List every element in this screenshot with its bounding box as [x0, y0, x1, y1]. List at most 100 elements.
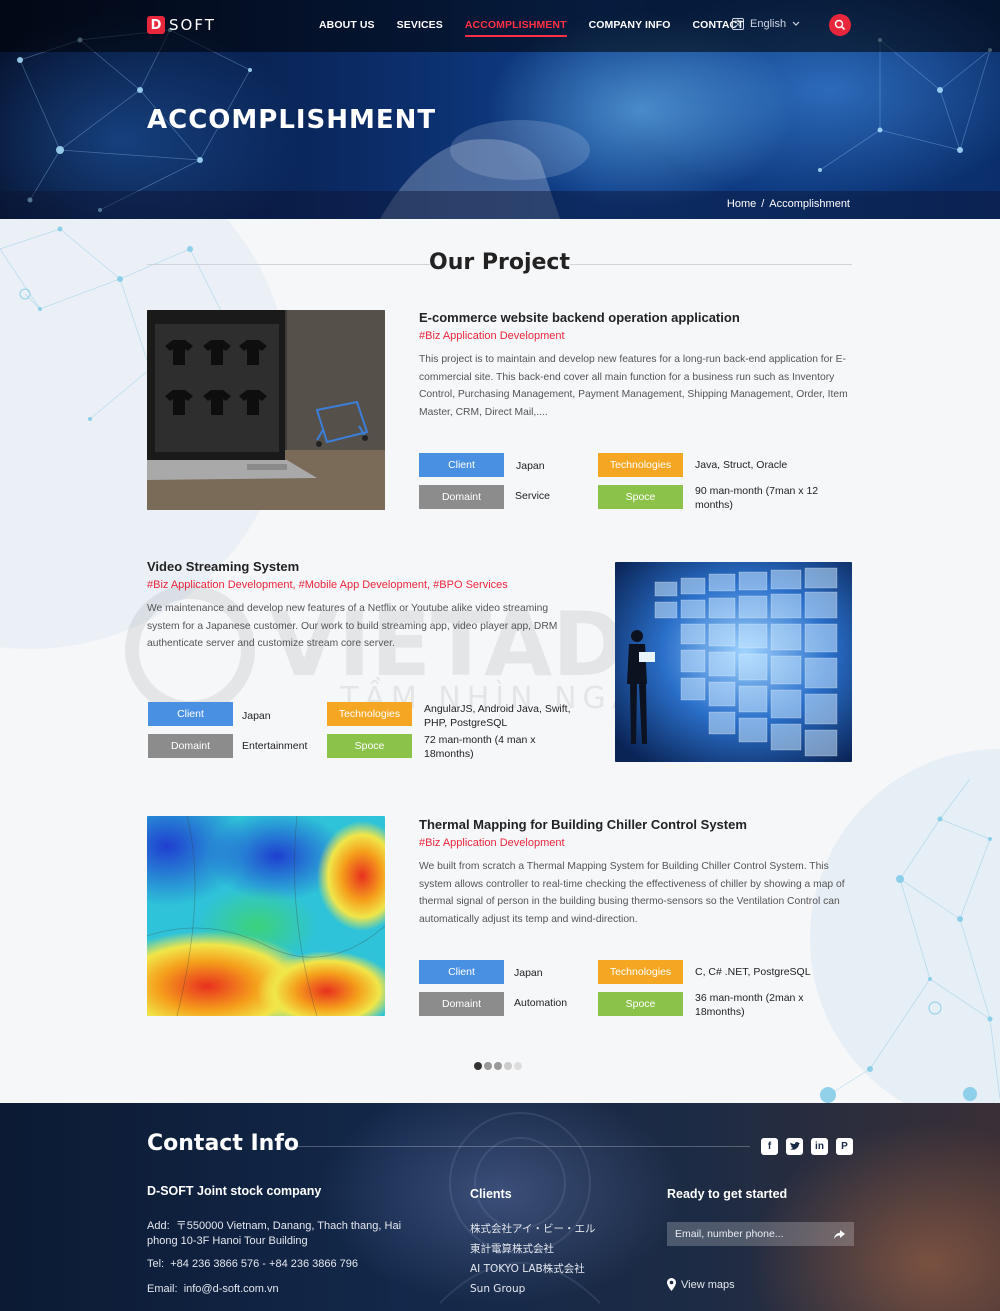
company-address: Add: 〒550000 Vietnam, Danang, Thach than…: [147, 1219, 407, 1249]
tel-label: Tel:: [147, 1258, 165, 1270]
twitter-icon[interactable]: [786, 1138, 803, 1155]
clients-list: 株式会社アイ・ビー・エル 東計電算株式会社 AI TOKYO LAB株式会社 S…: [470, 1219, 595, 1299]
language-label: English: [750, 18, 787, 30]
project-image-ecommerce[interactable]: [147, 310, 385, 510]
logo-badge: D: [147, 16, 165, 34]
technologies-value: AngularJS, Android Java, Swift, PHP, Pos…: [424, 703, 571, 729]
facebook-icon[interactable]: f: [761, 1138, 778, 1155]
contact-info-title: Contact Info: [147, 1131, 300, 1156]
client-item: 東計電算株式会社: [470, 1243, 554, 1255]
project-video-streaming: Video Streaming System #Biz Application …: [147, 559, 583, 653]
email-label: Email:: [147, 1283, 178, 1295]
project-title[interactable]: Thermal Mapping for Building Chiller Con…: [419, 817, 855, 832]
pagination-dot[interactable]: [494, 1062, 502, 1070]
domain-value: Entertainment: [242, 740, 308, 752]
technologies-badge: Technologies: [327, 702, 412, 726]
logo-text: SOFT: [169, 16, 216, 34]
project-tags: #Biz Application Development, #Mobile Ap…: [147, 579, 508, 591]
nav-company-info[interactable]: COMPANY INFO: [589, 19, 671, 37]
project-meta-thermal-mapping: Client Japan Domaint Automation Technolo…: [419, 960, 855, 1020]
pagination-dot[interactable]: [474, 1062, 482, 1070]
company-phone: Tel: +84 236 3866 576 - +84 236 3866 796: [147, 1258, 358, 1270]
logo[interactable]: D SOFT: [147, 16, 216, 34]
pinterest-icon[interactable]: P: [836, 1138, 853, 1155]
email-value[interactable]: info@d-soft.com.vn: [184, 1283, 279, 1295]
client-badge: Client: [419, 453, 504, 477]
project-meta-video-streaming: Client Japan Domaint Entertainment Techn…: [148, 702, 584, 762]
pagination-dot[interactable]: [504, 1062, 512, 1070]
project-title[interactable]: E-commerce website backend operation app…: [419, 310, 855, 325]
project-tags: #Biz Application Development: [419, 837, 565, 849]
search-button[interactable]: [829, 14, 851, 36]
domain-badge: Domaint: [419, 485, 504, 509]
nav-accomplishment[interactable]: ACCOMPLISHMENT: [464, 19, 567, 37]
company-email: Email: info@d-soft.com.vn: [147, 1283, 279, 1295]
domain-value: Automation: [514, 997, 568, 1009]
thermal-map-illustration: [147, 816, 385, 1016]
clients-title: Clients: [470, 1187, 512, 1201]
technologies-value: Java, Struct, Oracle: [695, 459, 788, 471]
spoce-value: 36 man-month (2man x 18months): [695, 992, 804, 1018]
nav-services[interactable]: SEVICES: [397, 19, 443, 37]
translate-icon: 文: [732, 18, 744, 30]
client-value: Japan: [242, 710, 271, 722]
domain-badge: Domaint: [148, 734, 233, 758]
carousel-pagination: [474, 1062, 522, 1070]
project-ecommerce: E-commerce website backend operation app…: [419, 310, 855, 421]
breadcrumb-bar: [0, 191, 1000, 219]
domain-value: Service: [515, 490, 551, 502]
project-meta-ecommerce: Client Japan Domaint Service Technologie…: [419, 453, 855, 513]
company-name: D-SOFT Joint stock company: [147, 1184, 322, 1198]
technologies-badge: Technologies: [598, 453, 683, 477]
pagination-dot[interactable]: [484, 1062, 492, 1070]
page-title: ACCOMPLISHMENT: [147, 105, 437, 135]
client-badge: Client: [419, 960, 504, 984]
share-arrow-icon: [833, 1229, 845, 1239]
main-nav: ABOUT US SEVICES ACCOMPLISHMENT COMPANY …: [319, 19, 744, 37]
nav-about-us[interactable]: ABOUT US: [319, 19, 375, 37]
project-tags: #Biz Application Development: [419, 330, 565, 342]
chevron-down-icon: [792, 21, 800, 26]
technologies-value: C, C# .NET, PostgreSQL: [695, 966, 811, 978]
breadcrumb-home[interactable]: Home: [727, 198, 756, 210]
ready-title: Ready to get started: [667, 1187, 788, 1201]
laptop-shopping-illustration: [147, 310, 385, 510]
tel-value[interactable]: +84 236 3866 576 - +84 236 3866 796: [170, 1258, 358, 1270]
address-value: 〒550000 Vietnam, Danang, Thach thang, Ha…: [147, 1220, 402, 1247]
client-value: Japan: [514, 967, 543, 979]
project-description: We built from scratch a Thermal Mapping …: [419, 861, 845, 925]
section-title: Our Project: [429, 250, 570, 275]
send-button[interactable]: [827, 1222, 851, 1246]
client-item: 株式会社アイ・ビー・エル: [470, 1223, 596, 1235]
contact-divider: [290, 1146, 750, 1147]
project-description: We maintenance and develop new features …: [147, 603, 558, 649]
project-description: This project is to maintain and develop …: [419, 354, 848, 418]
project-title[interactable]: Video Streaming System: [147, 559, 583, 574]
client-item: Sun Group: [470, 1283, 526, 1295]
video-wall-illustration: [615, 562, 852, 762]
subscribe-input[interactable]: [667, 1228, 827, 1240]
spoce-value: 72 man-month (4 man x 18months): [424, 734, 536, 760]
map-pin-icon: [667, 1278, 676, 1291]
project-thermal-mapping: Thermal Mapping for Building Chiller Con…: [419, 817, 855, 928]
search-icon: [834, 19, 846, 31]
spoce-badge: Spoce: [598, 992, 683, 1016]
view-maps-link[interactable]: View maps: [667, 1278, 735, 1291]
social-links: f in P: [761, 1138, 853, 1155]
client-item: AI TOKYO LAB株式会社: [470, 1263, 585, 1275]
linkedin-icon[interactable]: in: [811, 1138, 828, 1155]
client-value: Japan: [516, 460, 545, 472]
project-image-thermal-mapping[interactable]: [147, 816, 385, 1016]
language-selector[interactable]: 文 English: [732, 18, 800, 30]
breadcrumb-separator: /: [761, 198, 765, 210]
client-badge: Client: [148, 702, 233, 726]
breadcrumb-current: Accomplishment: [769, 198, 850, 210]
project-image-video-streaming[interactable]: [615, 562, 852, 762]
breadcrumb: Home / Accomplishment: [727, 198, 850, 210]
subscribe-form: [667, 1222, 854, 1246]
address-label: Add:: [147, 1220, 170, 1232]
spoce-badge: Spoce: [598, 485, 683, 509]
spoce-badge: Spoce: [327, 734, 412, 758]
pagination-dot[interactable]: [514, 1062, 522, 1070]
technologies-badge: Technologies: [598, 960, 683, 984]
